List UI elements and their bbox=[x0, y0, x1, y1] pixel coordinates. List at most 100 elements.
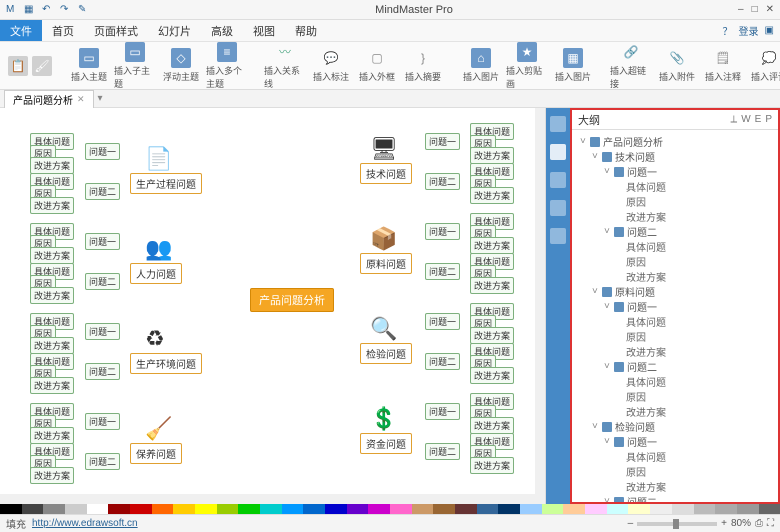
sub-node[interactable]: 问题二 bbox=[425, 173, 460, 190]
insert-topic-button[interactable]: ▭插入主题 bbox=[68, 48, 110, 83]
outline-row[interactable]: ˅技术问题 bbox=[580, 149, 776, 164]
document-tab[interactable]: 产品问题分析 ✕ bbox=[4, 90, 94, 108]
sub-node[interactable]: 问题二 bbox=[85, 453, 120, 470]
leaf-node[interactable]: 改进方案 bbox=[470, 457, 514, 474]
outline-row[interactable]: 改进方案 bbox=[580, 209, 776, 224]
outline-row[interactable]: ˅问题二 bbox=[580, 224, 776, 239]
outline-row[interactable]: 改进方案 bbox=[580, 404, 776, 419]
twisty-icon[interactable]: ˅ bbox=[580, 136, 590, 147]
leaf-node[interactable]: 改进方案 bbox=[30, 287, 74, 304]
color-palette[interactable] bbox=[0, 504, 780, 514]
sub-node[interactable]: 问题二 bbox=[85, 183, 120, 200]
center-node[interactable]: 产品问题分析 bbox=[250, 288, 334, 312]
branch-icon[interactable]: 💲 bbox=[370, 406, 397, 432]
login-link[interactable]: 登录 bbox=[739, 23, 759, 38]
left-branch-node[interactable]: 人力问题 bbox=[130, 263, 182, 284]
dock-clipart-icon[interactable] bbox=[550, 200, 566, 216]
swatch[interactable] bbox=[390, 504, 412, 514]
sub-node[interactable]: 问题一 bbox=[85, 413, 120, 430]
dock-style-icon[interactable] bbox=[550, 116, 566, 132]
relation-button[interactable]: 〰插入关系线 bbox=[264, 42, 306, 90]
sub-node[interactable]: 问题一 bbox=[85, 143, 120, 160]
swatch[interactable] bbox=[130, 504, 152, 514]
sub-node[interactable]: 问题一 bbox=[425, 403, 460, 420]
canvas-scrollbar-v[interactable] bbox=[535, 108, 545, 494]
multi-topic-button[interactable]: ≡插入多个主题 bbox=[206, 42, 248, 90]
zoom-in-button[interactable]: + bbox=[721, 518, 727, 529]
dock-outline-icon[interactable] bbox=[550, 144, 566, 160]
right-branch-node[interactable]: 资金问题 bbox=[360, 433, 412, 454]
outline-btn-views[interactable]: ⟂ bbox=[731, 114, 738, 125]
branch-icon[interactable]: 📦 bbox=[370, 226, 397, 252]
fit-page-icon[interactable]: ⎙ bbox=[755, 518, 763, 529]
leaf-node[interactable]: 改进方案 bbox=[470, 277, 514, 294]
tab-slides[interactable]: 幻灯片 bbox=[148, 20, 201, 42]
swatch[interactable] bbox=[368, 504, 390, 514]
sub-node[interactable]: 问题二 bbox=[425, 263, 460, 280]
swatch[interactable] bbox=[22, 504, 44, 514]
outline-btn-p[interactable]: P bbox=[765, 114, 772, 125]
swatch[interactable] bbox=[542, 504, 564, 514]
sub-node[interactable]: 问题一 bbox=[425, 313, 460, 330]
maximize-button[interactable]: □ bbox=[752, 4, 758, 15]
swatch[interactable] bbox=[260, 504, 282, 514]
right-branch-node[interactable]: 技术问题 bbox=[360, 163, 412, 184]
swatch[interactable] bbox=[520, 504, 542, 514]
leaf-node[interactable]: 改进方案 bbox=[30, 197, 74, 214]
outline-row[interactable]: 原因 bbox=[580, 389, 776, 404]
outline-row[interactable]: ˅产品问题分析 bbox=[580, 134, 776, 149]
outline-row[interactable]: 原因 bbox=[580, 194, 776, 209]
left-branch-node[interactable]: 生产环境问题 bbox=[130, 353, 202, 374]
swatch[interactable] bbox=[282, 504, 304, 514]
tab-advanced[interactable]: 高级 bbox=[201, 20, 243, 42]
qat-save-icon[interactable]: ▦ bbox=[24, 4, 36, 16]
outline-row[interactable]: ˅问题二 bbox=[580, 359, 776, 374]
leaf-node[interactable]: 改进方案 bbox=[470, 327, 514, 344]
swatch[interactable] bbox=[412, 504, 434, 514]
help-icon[interactable]: ？ bbox=[723, 23, 733, 38]
tab-home[interactable]: 首页 bbox=[42, 20, 84, 42]
tab-view[interactable]: 视图 bbox=[243, 20, 285, 42]
outline-row[interactable]: ˅问题一 bbox=[580, 164, 776, 179]
qat-undo-icon[interactable]: ↶ bbox=[42, 4, 54, 16]
dock-history-icon[interactable] bbox=[550, 228, 566, 244]
twisty-icon[interactable]: ˅ bbox=[604, 436, 614, 447]
zoom-out-button[interactable]: – bbox=[628, 518, 634, 529]
leaf-node[interactable]: 改进方案 bbox=[30, 157, 74, 174]
outline-tree[interactable]: ˅产品问题分析˅技术问题˅问题一具体问题原因改进方案˅问题二具体问题原因改进方案… bbox=[572, 130, 778, 502]
sub-node[interactable]: 问题二 bbox=[85, 363, 120, 380]
tab-help[interactable]: 帮助 bbox=[285, 20, 327, 42]
leaf-node[interactable]: 改进方案 bbox=[30, 467, 74, 484]
outline-row[interactable]: 改进方案 bbox=[580, 269, 776, 284]
twisty-icon[interactable]: ˅ bbox=[604, 226, 614, 237]
right-branch-node[interactable]: 检验问题 bbox=[360, 343, 412, 364]
summary-button[interactable]: }插入摘要 bbox=[402, 48, 444, 83]
sub-node[interactable]: 问题一 bbox=[85, 233, 120, 250]
branch-icon[interactable]: 🧹 bbox=[145, 416, 172, 442]
leaf-node[interactable]: 改进方案 bbox=[30, 427, 74, 444]
twisty-icon[interactable]: ˅ bbox=[604, 496, 614, 502]
outline-row[interactable]: 具体问题 bbox=[580, 449, 776, 464]
outline-row[interactable]: ˅问题二 bbox=[580, 494, 776, 502]
swatch[interactable] bbox=[737, 504, 759, 514]
right-branch-node[interactable]: 原料问题 bbox=[360, 253, 412, 274]
leaf-node[interactable]: 改进方案 bbox=[470, 417, 514, 434]
branch-icon[interactable]: ♻ bbox=[145, 326, 165, 352]
clipart-button[interactable]: ★插入剪贴画 bbox=[506, 42, 548, 90]
swatch[interactable] bbox=[650, 504, 672, 514]
swatch[interactable] bbox=[433, 504, 455, 514]
note-button[interactable]: 🗒插入注释 bbox=[702, 48, 744, 83]
swatch[interactable] bbox=[195, 504, 217, 514]
swatch[interactable] bbox=[455, 504, 477, 514]
swatch[interactable] bbox=[347, 504, 369, 514]
fullscreen-icon[interactable]: ⛶ bbox=[767, 518, 774, 529]
outline-row[interactable]: 原因 bbox=[580, 254, 776, 269]
outline-btn-w[interactable]: W bbox=[741, 114, 750, 125]
close-button[interactable]: ✕ bbox=[766, 4, 774, 15]
sub-node[interactable]: 问题二 bbox=[425, 353, 460, 370]
branch-icon[interactable]: 📄 bbox=[145, 146, 172, 172]
insert-image-button[interactable]: ⌂插入图片 bbox=[460, 48, 502, 83]
outline-row[interactable]: 具体问题 bbox=[580, 314, 776, 329]
swatch[interactable] bbox=[607, 504, 629, 514]
twisty-icon[interactable]: ˅ bbox=[604, 301, 614, 312]
